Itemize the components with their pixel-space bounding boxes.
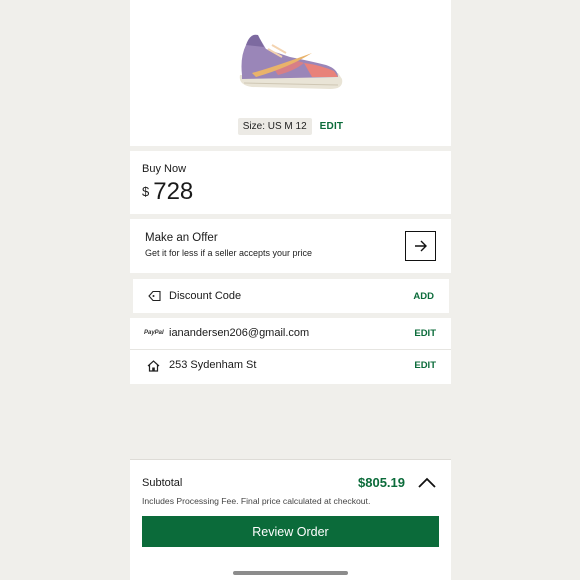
shipping-edit-button[interactable]: EDIT xyxy=(414,360,436,371)
subtotal-label: Subtotal xyxy=(142,477,183,489)
order-summary-sheet: Subtotal $805.19 Includes Processing Fee… xyxy=(130,459,451,580)
price-amount: 728 xyxy=(153,178,194,205)
payment-edit-button[interactable]: EDIT xyxy=(414,328,436,339)
discount-label: Discount Code xyxy=(169,290,242,302)
buy-now-price: $ 728 xyxy=(142,178,193,206)
offer-subtitle: Get it for less if a seller accepts your… xyxy=(145,248,313,258)
payment-email: ianandersen206@gmail.com xyxy=(169,327,310,339)
tag-icon xyxy=(148,290,161,302)
discount-code-row[interactable]: Discount Code ADD xyxy=(133,279,449,313)
payment-shipping-section: PayPal ianandersen206@gmail.com EDIT 253… xyxy=(130,318,451,384)
offer-title: Make an Offer xyxy=(145,232,218,244)
home-icon xyxy=(147,360,160,372)
sneaker-image xyxy=(239,34,343,89)
currency-symbol: $ xyxy=(142,184,150,199)
buy-now-card[interactable]: Buy Now $ 728 xyxy=(130,151,451,214)
buy-now-label: Buy Now xyxy=(142,163,187,175)
discount-add-button[interactable]: ADD xyxy=(413,291,434,302)
home-indicator xyxy=(233,571,348,575)
shipping-row[interactable]: 253 Sydenham St EDIT xyxy=(130,350,451,382)
offer-arrow-button[interactable] xyxy=(405,231,436,261)
size-chip: Size: US M 12 xyxy=(237,117,312,135)
make-offer-card[interactable]: Make an Offer Get it for less if a selle… xyxy=(130,219,451,273)
product-header: Size: US M 12 EDIT xyxy=(130,0,451,146)
payment-row[interactable]: PayPal ianandersen206@gmail.com EDIT xyxy=(130,318,451,350)
size-edit-link[interactable]: EDIT xyxy=(320,121,344,132)
paypal-icon: PayPal xyxy=(144,330,164,336)
arrow-right-icon xyxy=(414,240,427,252)
chevron-up-icon[interactable] xyxy=(417,476,437,490)
size-row: Size: US M 12 EDIT xyxy=(130,117,451,135)
price-note: Includes Processing Fee. Final price cal… xyxy=(142,496,371,506)
checkout-screen: Size: US M 12 EDIT Buy Now $ 728 Make an… xyxy=(130,0,451,580)
subtotal-value: $805.19 xyxy=(358,475,405,490)
review-order-button[interactable]: Review Order xyxy=(142,516,439,547)
shipping-address: 253 Sydenham St xyxy=(169,359,257,371)
